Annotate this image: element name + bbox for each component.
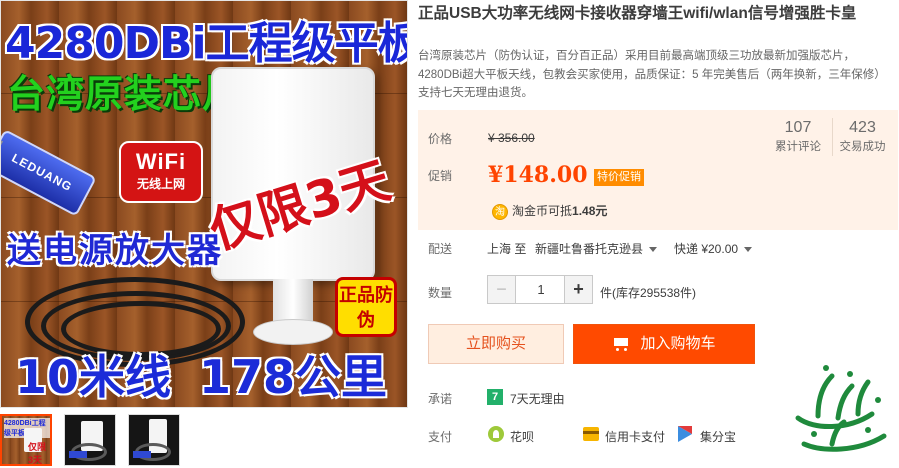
ship-to-location: 新疆吐鲁番托克逊县 [535, 242, 644, 256]
stock-text: 件(库存295538件) [600, 286, 697, 300]
seven-day-return-icon: 7 [487, 389, 503, 405]
wifi-badge-subtitle: 无线上网 [136, 177, 185, 191]
credit-card-icon [583, 427, 599, 441]
reviews-count: 107 [784, 119, 812, 136]
cart-icon [612, 337, 630, 352]
product-subtitle: 台湾原装芯片（防伪认证，百分百正品）采用目前最高端顶级三功放最新加强版芯片，42… [418, 50, 886, 99]
huabei-icon [488, 426, 504, 442]
promo-label: 促销 [428, 169, 453, 183]
taojinbi-amount: 1.48元 [572, 204, 608, 218]
calligraphy-watermark [795, 365, 887, 452]
thumbnail-2[interactable] [64, 414, 116, 466]
ship-to-word: 至 [514, 242, 527, 256]
add-to-cart-button[interactable]: 加入购物车 [573, 324, 755, 364]
thumbnail-3[interactable] [128, 414, 180, 466]
image-cable-length: 10米线 [15, 350, 172, 404]
wifi-badge-title: WiFi [135, 149, 187, 174]
chevron-down-icon [744, 247, 753, 253]
add-to-cart-label: 加入购物车 [640, 335, 716, 352]
quantity-label: 数量 [428, 286, 453, 300]
promo-price: ¥148.00 [488, 162, 588, 188]
thumbnail-1[interactable]: 4280DBi工程级平板王 仅限3天 [0, 414, 52, 466]
quantity-increase-button[interactable]: + [564, 276, 592, 303]
payment-credit-card[interactable]: 信用卡支付 [605, 428, 665, 445]
thumbnail-usb [69, 451, 87, 458]
promo-tag: 特价促销 [594, 169, 644, 186]
ship-from: 上海 至 [487, 240, 526, 257]
ship-to-selector[interactable]: 新疆吐鲁番托克逊县 [535, 240, 658, 257]
shipping-label: 配送 [428, 242, 453, 256]
image-headline: 4280DBi工程级平板王 [5, 18, 407, 69]
payment-jifenbao[interactable]: 集分宝 [700, 428, 736, 445]
quantity-stepper: − + [487, 275, 593, 304]
genuine-badge: 正品防伪 [335, 277, 397, 337]
jifenbao-icon [678, 426, 692, 442]
reviews-label: 累计评论 [775, 141, 821, 153]
deals-stat[interactable]: 423 交易成功 [832, 118, 892, 156]
wifi-badge: WiFi 无线上网 [119, 141, 203, 203]
shipping-method: 快递 ¥20.00 [674, 242, 739, 256]
taojinbi-icon: 淘 [492, 203, 508, 220]
quantity-decrease-button[interactable]: − [488, 276, 516, 303]
quantity-input[interactable] [516, 276, 566, 303]
thumbnail-promo: 仅限3天 [28, 442, 47, 465]
promise-text[interactable]: 7天无理由 [510, 390, 565, 407]
reviews-stat[interactable]: 107 累计评论 [768, 118, 828, 156]
price-label: 价格 [428, 132, 453, 146]
image-range-text: 178公里 [199, 350, 388, 404]
promise-label: 承诺 [428, 392, 453, 406]
watermark-strokes [795, 373, 887, 452]
thumbnail-usb [133, 451, 151, 458]
chevron-down-icon [649, 247, 658, 253]
taojinbi-text: 淘金币可抵 [512, 204, 573, 218]
usb-brand-text: LEDUANG [9, 150, 75, 195]
deals-count: 423 [849, 119, 876, 136]
payment-huabei[interactable]: 花呗 [510, 428, 534, 445]
ship-from-city: 上海 [487, 242, 512, 256]
product-title: 正品USB大功率无线网卡接收器穿墙王wifi/wlan信号增强胜卡皇 [418, 5, 857, 22]
buy-now-button[interactable]: 立即购买 [428, 324, 564, 364]
original-price: ¥ 356.00 [488, 131, 535, 145]
usb-plug-picture [1, 128, 3, 160]
deals-label: 交易成功 [839, 141, 886, 153]
price-box: 价格 ¥ 356.00 促销 ¥148.00 特价促销 107 累计评论 423… [418, 110, 898, 230]
taojinbi-row: 淘淘金币可抵1.48元 [492, 202, 607, 220]
image-chip-line: 台湾原装芯片 [7, 72, 242, 116]
shipping-method-selector[interactable]: 快递 ¥20.00 [674, 240, 753, 257]
usb-adapter-picture: LEDUANG [1, 128, 97, 217]
payment-label: 支付 [428, 430, 453, 444]
product-main-image[interactable]: 4280DBi工程级平板王 台湾原装芯片 LEDUANG WiFi 无线上网 仅… [0, 0, 408, 408]
image-gift-line: 送电源放大器 [7, 231, 223, 271]
